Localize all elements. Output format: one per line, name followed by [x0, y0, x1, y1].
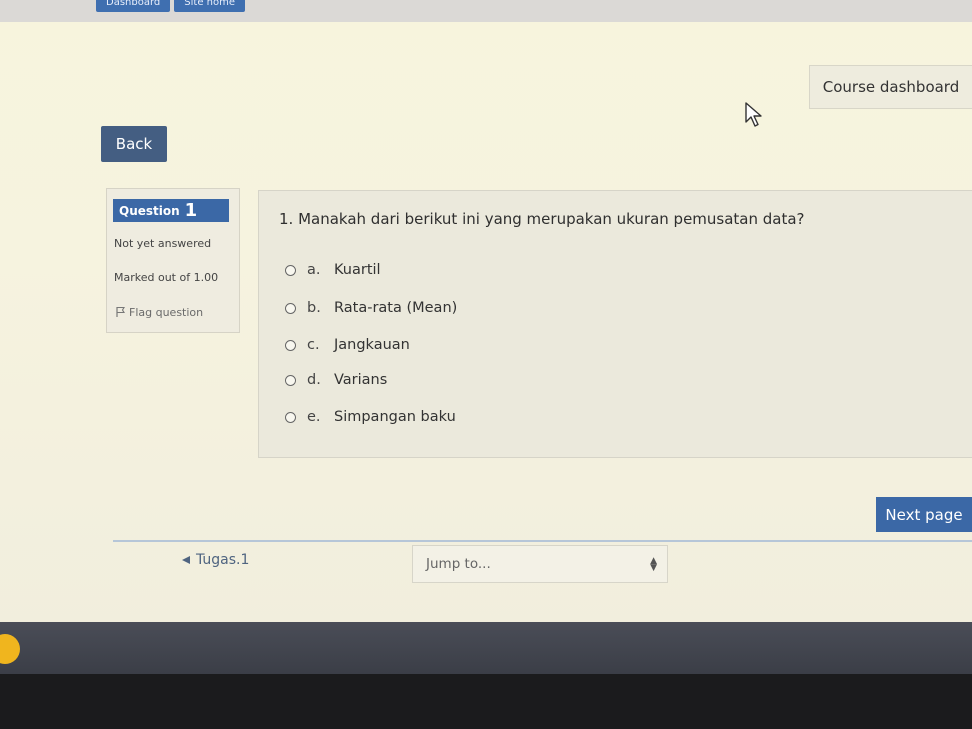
next-page-button[interactable]: Next page: [876, 497, 972, 532]
question-number-badge: Question 1: [113, 199, 229, 222]
radio-button[interactable]: [285, 302, 296, 314]
footer-divider: [113, 540, 972, 542]
browser-viewport: Dashboard Site home Course dashboard Bac…: [0, 0, 972, 636]
flag-icon: [116, 306, 125, 317]
caret-left-icon: [182, 556, 190, 564]
question-label: Question: [119, 203, 180, 218]
radio-button[interactable]: [285, 264, 296, 276]
jump-to-select[interactable]: Jump to... ▲ ▼: [412, 545, 668, 583]
answer-option-a[interactable]: a. Kuartil: [285, 262, 381, 278]
answer-option-d[interactable]: d. Varians: [285, 372, 387, 388]
option-text: Simpangan baku: [334, 409, 456, 425]
option-letter: e.: [307, 409, 321, 425]
os-taskbar: [0, 622, 972, 674]
radio-button[interactable]: [285, 411, 296, 423]
mouse-cursor-icon: [745, 102, 762, 127]
question-marks: Marked out of 1.00: [114, 271, 219, 284]
nav-tab-site-home[interactable]: Site home: [174, 0, 245, 12]
question-text: 1. Manakah dari berikut ini yang merupak…: [279, 210, 805, 228]
answer-option-b[interactable]: b. Rata-rata (Mean): [285, 300, 457, 316]
option-letter: b.: [307, 300, 321, 316]
answer-status: Not yet answered: [114, 237, 212, 250]
option-text: Rata-rata (Mean): [334, 300, 458, 316]
nav-tab-dashboard[interactable]: Dashboard: [96, 0, 171, 12]
option-text: Jangkauan: [334, 337, 410, 353]
jump-to-placeholder: Jump to...: [426, 556, 491, 572]
answer-option-e[interactable]: e. Simpangan baku: [285, 409, 456, 425]
course-dashboard-button[interactable]: Course dashboard: [809, 65, 972, 109]
option-text: Varians: [334, 372, 388, 388]
option-letter: d.: [307, 372, 321, 388]
previous-activity-link[interactable]: Tugas.1: [181, 552, 249, 568]
option-text: Kuartil: [334, 262, 381, 278]
top-navbar: Dashboard Site home: [0, 0, 972, 22]
previous-activity-label: Tugas.1: [196, 552, 250, 568]
radio-button[interactable]: [285, 339, 296, 351]
back-button[interactable]: Back: [101, 126, 167, 162]
select-arrows-icon: ▲ ▼: [650, 556, 657, 573]
question-panel: 1. Manakah dari berikut ini yang merupak…: [258, 190, 972, 458]
option-letter: a.: [307, 262, 321, 278]
option-letter: c.: [307, 337, 320, 353]
question-info-box: Question 1 Not yet answered Marked out o…: [106, 188, 240, 333]
radio-button[interactable]: [285, 374, 296, 386]
flag-question-link[interactable]: Flag question: [116, 306, 203, 319]
flag-question-label: Flag question: [129, 306, 204, 319]
answer-option-c[interactable]: c. Jangkauan: [285, 337, 410, 353]
question-number: 1: [184, 200, 198, 221]
